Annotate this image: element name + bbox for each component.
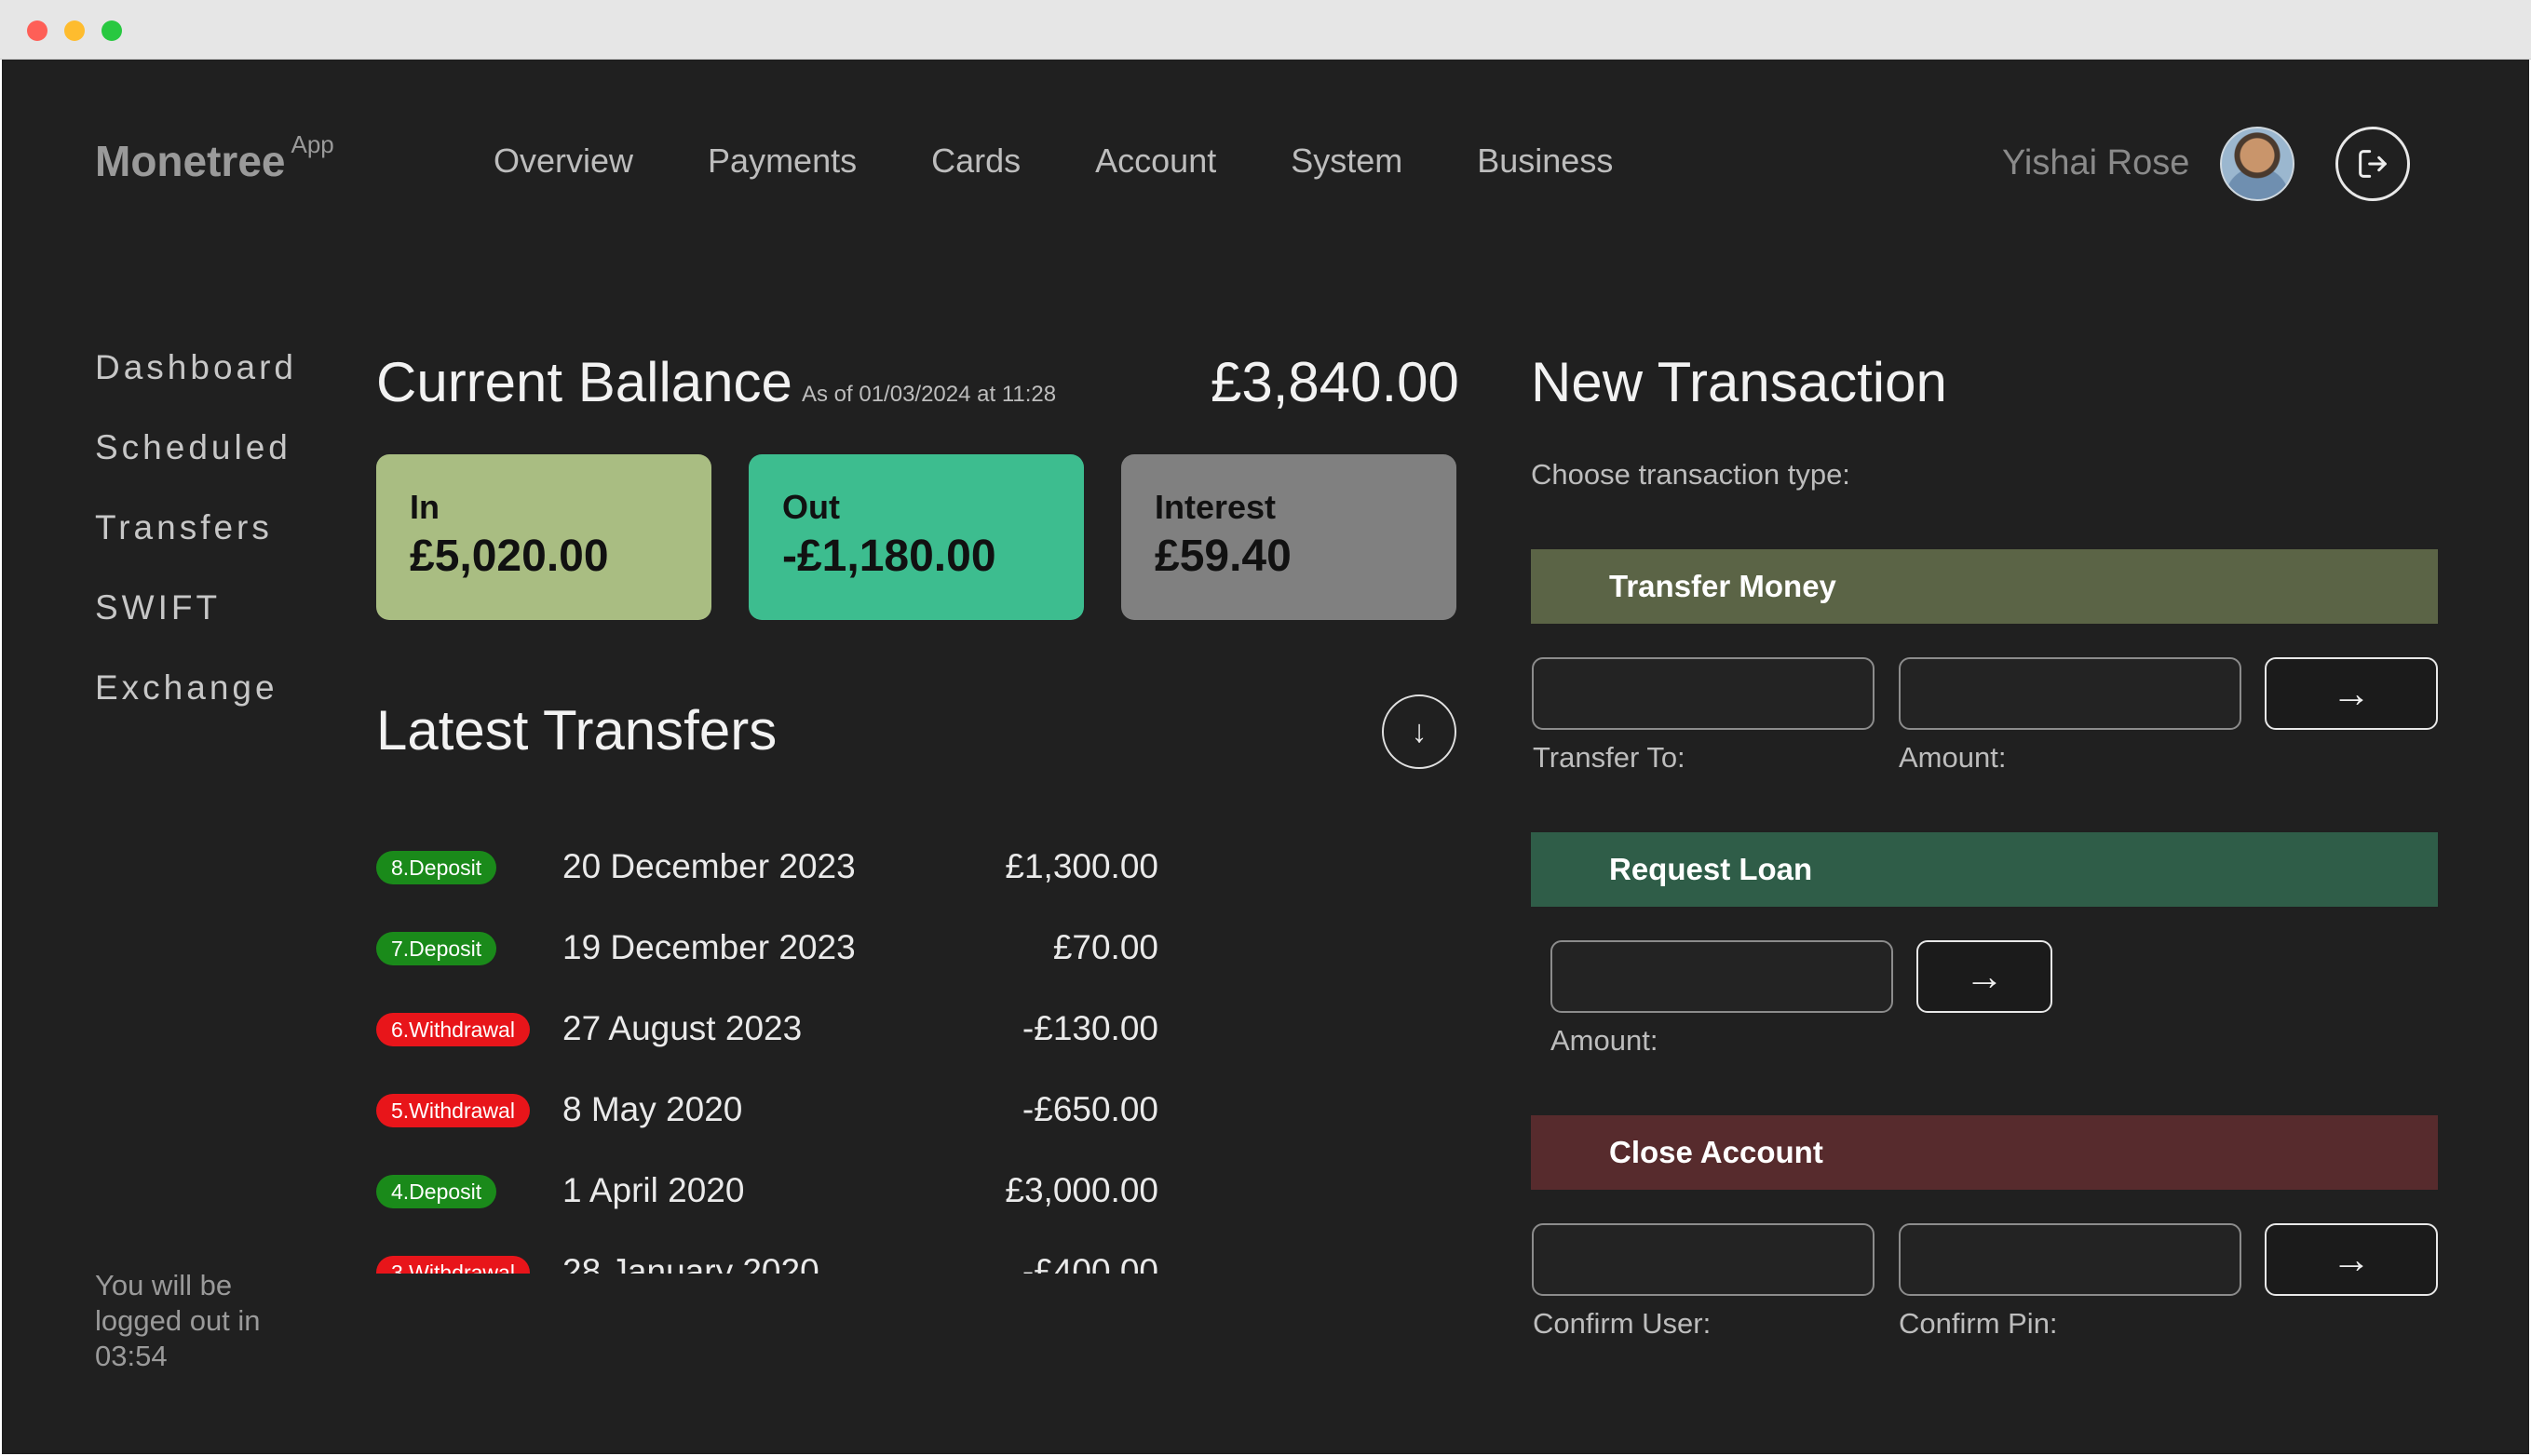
window-titlebar: [0, 0, 2531, 60]
status-badge: 4.Deposit: [376, 1175, 497, 1208]
close-account-header[interactable]: Close Account: [1531, 1115, 2438, 1190]
latest-transfers-title: Latest Transfers: [376, 699, 778, 762]
list-item[interactable]: 7.Deposit 19 December 2023 £70.00: [376, 908, 1177, 989]
nav-payments[interactable]: Payments: [708, 142, 857, 181]
confirm-pin-label: Confirm Pin:: [1899, 1307, 2058, 1340]
transfer-amount: -£130.00: [1022, 1009, 1158, 1047]
sidebar-item-swift[interactable]: SWIFT: [95, 588, 297, 627]
minimize-window-button[interactable]: [64, 20, 85, 41]
transfer-date: 28 January 2020: [562, 1252, 819, 1274]
loan-submit-button[interactable]: →: [1916, 940, 2052, 1013]
close-window-button[interactable]: [27, 20, 47, 41]
card-label: Out: [782, 488, 840, 526]
arrow-right-icon: →: [2332, 671, 2371, 715]
confirm-user-input[interactable]: [1532, 1223, 1875, 1296]
loan-amount-input[interactable]: [1550, 940, 1893, 1013]
transfer-amount: £3,000.00: [1005, 1171, 1158, 1209]
sidebar: Dashboard Scheduled Transfers SWIFT Exch…: [95, 348, 297, 748]
brand-suffix: App: [291, 130, 334, 158]
transfer-date: 1 April 2020: [562, 1171, 745, 1209]
download-button[interactable]: ↓: [1382, 694, 1456, 769]
card-value: -£1,180.00: [782, 532, 996, 581]
transfer-submit-button[interactable]: →: [2265, 657, 2438, 730]
maximize-window-button[interactable]: [102, 20, 122, 41]
transfer-amount: £1,300.00: [1005, 847, 1158, 885]
transaction-type-prompt: Choose transaction type:: [1531, 458, 1850, 491]
balance-card-in: In £5,020.00: [376, 454, 711, 620]
card-value: £5,020.00: [410, 532, 609, 581]
transfers-list[interactable]: 8.Deposit 20 December 2023 £1,300.00 7.D…: [376, 827, 1177, 1274]
transfer-date: 8 May 2020: [562, 1090, 743, 1128]
sidebar-item-scheduled[interactable]: Scheduled: [95, 428, 297, 467]
list-item[interactable]: 6.Withdrawal 27 August 2023 -£130.00: [376, 989, 1177, 1070]
logout-icon: [2359, 150, 2387, 178]
transfer-date: 19 December 2023: [562, 928, 856, 966]
balance-as-of: As of 01/03/2024 at 11:28: [802, 382, 1057, 407]
request-loan-header[interactable]: Request Loan: [1531, 832, 2438, 907]
arrow-right-icon: →: [2332, 1237, 2371, 1281]
transfer-money-header[interactable]: Transfer Money: [1531, 549, 2438, 624]
transfer-amount: -£400.00: [1022, 1252, 1158, 1274]
sidebar-item-dashboard[interactable]: Dashboard: [95, 348, 297, 387]
list-item[interactable]: 4.Deposit 1 April 2020 £3,000.00: [376, 1151, 1177, 1232]
new-transaction-title: New Transaction: [1531, 351, 1947, 413]
confirm-user-label: Confirm User:: [1533, 1307, 1712, 1340]
balance-title: Current Ballance: [376, 351, 792, 413]
nav-account[interactable]: Account: [1095, 142, 1216, 181]
transfer-to-label: Transfer To:: [1533, 741, 1685, 774]
card-value: £59.40: [1155, 532, 1292, 581]
nav-cards[interactable]: Cards: [931, 142, 1021, 181]
transfer-amount: -£650.00: [1022, 1090, 1158, 1128]
list-item[interactable]: 8.Deposit 20 December 2023 £1,300.00: [376, 827, 1177, 908]
logout-button[interactable]: [2335, 127, 2410, 201]
close-account-submit-button[interactable]: →: [2265, 1223, 2438, 1296]
confirm-pin-input[interactable]: [1899, 1223, 2241, 1296]
status-badge: 3.Withdrawal: [376, 1256, 530, 1274]
transfer-amount: £70.00: [1052, 928, 1158, 966]
nav-system[interactable]: System: [1291, 142, 1402, 181]
status-badge: 5.Withdrawal: [376, 1094, 530, 1127]
nav-business[interactable]: Business: [1477, 142, 1613, 181]
card-label: In: [410, 488, 440, 526]
user-avatar[interactable]: [2220, 127, 2294, 201]
loan-amount-label: Amount:: [1550, 1024, 1658, 1057]
sidebar-item-exchange[interactable]: Exchange: [95, 668, 297, 708]
brand-name: Monetree: [95, 137, 286, 185]
balance-card-out: Out -£1,180.00: [749, 454, 1084, 620]
nav-overview[interactable]: Overview: [494, 142, 633, 181]
list-item[interactable]: 3.Withdrawal 28 January 2020 -£400.00: [376, 1232, 1177, 1274]
status-badge: 7.Deposit: [376, 932, 497, 965]
transfer-date: 27 August 2023: [562, 1009, 803, 1047]
balance-card-interest: Interest £59.40: [1121, 454, 1456, 620]
logout-timer: You will be logged out in 03:54: [95, 1268, 309, 1374]
status-badge: 8.Deposit: [376, 851, 497, 884]
transfer-to-input[interactable]: [1532, 657, 1875, 730]
transfer-amount-input[interactable]: [1899, 657, 2241, 730]
status-badge: 6.Withdrawal: [376, 1013, 530, 1046]
balance-total: £3,840.00: [1211, 351, 1459, 413]
user-name[interactable]: Yishai Rose: [2002, 143, 2189, 183]
transfer-date: 20 December 2023: [562, 847, 856, 885]
sidebar-item-transfers[interactable]: Transfers: [95, 508, 297, 547]
top-navigation: Overview Payments Cards Account System B…: [494, 142, 1687, 181]
logout-notice: You will be logged out in: [95, 1269, 261, 1337]
arrow-down-icon: ↓: [1411, 713, 1428, 749]
arrow-right-icon: →: [1965, 954, 2004, 998]
logout-countdown: 03:54: [95, 1340, 168, 1372]
app-logo[interactable]: Monetree App: [95, 130, 334, 186]
transfer-amount-label: Amount:: [1899, 741, 2007, 774]
card-label: Interest: [1155, 488, 1277, 526]
list-item[interactable]: 5.Withdrawal 8 May 2020 -£650.00: [376, 1070, 1177, 1151]
